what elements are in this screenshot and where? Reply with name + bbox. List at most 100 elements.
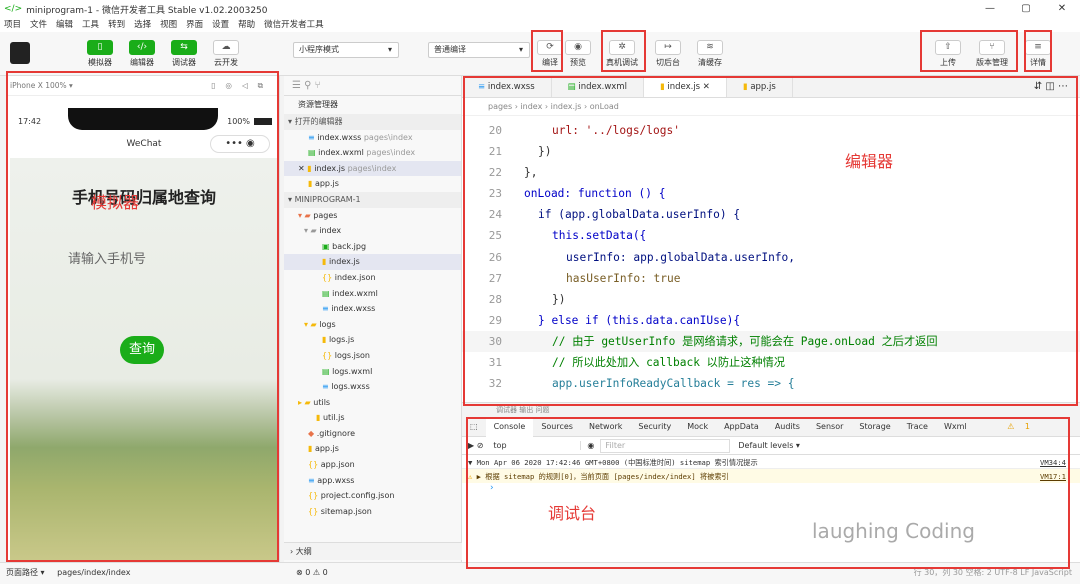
- json-icon: {}: [308, 506, 321, 516]
- open-file[interactable]: ▤ index.wxml pages\index: [284, 145, 461, 161]
- css-icon: ≡: [308, 475, 318, 485]
- outline-section[interactable]: › 大纲: [284, 542, 462, 560]
- explorer-header: 资源管理器: [298, 100, 338, 109]
- menu-view[interactable]: 视图: [160, 18, 177, 32]
- open-file[interactable]: ≡ index.wxss pages\index: [284, 130, 461, 146]
- file-item[interactable]: ▤ logs.wxml: [284, 364, 461, 380]
- wxml-icon: ▤: [322, 288, 333, 298]
- page-path-label[interactable]: 页面路径 ▾: [6, 568, 45, 577]
- avatar[interactable]: [10, 42, 30, 64]
- menu-edit[interactable]: 编辑: [56, 18, 73, 32]
- simulator-label: 模拟器: [91, 193, 140, 212]
- css-icon: ≡: [322, 382, 332, 392]
- upload-highlight: [920, 30, 1018, 72]
- file-item[interactable]: {} app.json: [284, 457, 461, 473]
- menu-settings[interactable]: 设置: [212, 18, 229, 32]
- menu-select[interactable]: 选择: [134, 18, 151, 32]
- title-bar: </> miniprogram-1 - 微信开发者工具 Stable v1.02…: [0, 0, 1080, 18]
- menu-goto[interactable]: 转到: [108, 18, 125, 32]
- git-icon: ◆: [308, 428, 317, 438]
- problems-count[interactable]: ⊗ 0 ⚠ 0: [296, 563, 328, 583]
- file-tree: ▾ 打开的编辑器 ≡ index.wxss pages\index ▤ inde…: [284, 114, 461, 519]
- file-explorer: ☰ ⚲ ⑂ 资源管理器 ▾ 打开的编辑器 ≡ index.wxss pages\…: [284, 76, 462, 562]
- menu-interface[interactable]: 界面: [186, 18, 203, 32]
- cloud-icon: ☁: [213, 40, 239, 55]
- js-icon: ▮: [308, 444, 315, 454]
- folder-utils[interactable]: ▸ ▰ utils: [284, 395, 461, 411]
- css-icon: ≡: [308, 132, 318, 142]
- file-item[interactable]: ▮ logs.js: [284, 332, 461, 348]
- editor-highlight: [463, 76, 1078, 406]
- window-title: miniprogram-1 - 微信开发者工具 Stable v1.02.200…: [26, 5, 268, 16]
- js-icon: ▮: [308, 179, 315, 189]
- background-button[interactable]: ↦ 切后台: [648, 40, 688, 68]
- details-highlight: [1024, 30, 1052, 72]
- file-item[interactable]: ◆ .gitignore: [284, 426, 461, 442]
- cloud-dev-button[interactable]: ☁ 云开发: [206, 40, 246, 68]
- open-editors-section[interactable]: ▾ 打开的编辑器: [284, 114, 461, 130]
- json-icon: {}: [322, 272, 335, 282]
- simulator-highlight: [6, 71, 279, 562]
- open-file-active[interactable]: ✕ ▮ index.js pages\index: [284, 160, 461, 177]
- js-icon: ▮: [322, 335, 329, 345]
- minimize-button[interactable]: —: [972, 0, 1008, 18]
- sliders-icon: ⇆: [171, 40, 197, 55]
- image-icon: ▣: [322, 241, 333, 251]
- folder-icon: ▾ ▰: [304, 319, 320, 329]
- phone-icon: ▯: [87, 40, 113, 55]
- file-item[interactable]: ≡ logs.wxss: [284, 379, 461, 395]
- js-icon: ▮: [316, 413, 323, 423]
- menu-file[interactable]: 文件: [30, 18, 47, 32]
- debugger-toggle-button[interactable]: ⇆ 调试器: [164, 40, 204, 68]
- file-item[interactable]: {} project.config.json: [284, 488, 461, 504]
- file-item[interactable]: ▤ index.wxml: [284, 286, 461, 302]
- debugger-highlight: [466, 417, 1070, 569]
- close-window-button[interactable]: ✕: [1044, 0, 1080, 18]
- window-controls: — ▢ ✕: [972, 0, 1080, 18]
- menu-project[interactable]: 项目: [4, 18, 21, 32]
- layers-icon: ≋: [697, 40, 723, 55]
- file-item-active[interactable]: ▮ index.js: [284, 254, 461, 270]
- menu-tools[interactable]: 工具: [82, 18, 99, 32]
- open-file[interactable]: ▮ app.js: [284, 176, 461, 192]
- clear-cache-button[interactable]: ≋ 清缓存: [690, 40, 730, 68]
- file-item[interactable]: ▮ util.js: [284, 410, 461, 426]
- file-item[interactable]: ▮ app.js: [284, 441, 461, 457]
- compile-mode-select[interactable]: 普通编译: [428, 42, 530, 58]
- editor-toggle-button[interactable]: ‹/› 编辑器: [122, 40, 162, 68]
- compile-highlight: [531, 30, 563, 72]
- css-icon: ≡: [322, 304, 332, 314]
- code-icon: ‹/›: [129, 40, 155, 55]
- json-icon: {}: [308, 460, 321, 470]
- wxml-icon: ▤: [322, 366, 333, 376]
- explorer-toolbar-icons: ☰ ⚲ ⑂: [284, 76, 461, 96]
- mode-select[interactable]: 小程序模式: [293, 42, 399, 58]
- json-icon: {}: [322, 350, 335, 360]
- folder-logs[interactable]: ▾ ▰ logs: [284, 317, 461, 333]
- folder-icon: ▾ ▰: [304, 226, 320, 236]
- switch-icon: ↦: [655, 40, 681, 55]
- json-icon: {}: [308, 491, 321, 501]
- file-item[interactable]: {} index.json: [284, 270, 461, 286]
- file-item[interactable]: ≡ index.wxss: [284, 301, 461, 317]
- menu-wechat-devtools[interactable]: 微信开发者工具: [264, 18, 324, 32]
- real-debug-highlight: [601, 30, 646, 72]
- folder-icon: ▸ ▰: [298, 397, 314, 407]
- close-icon[interactable]: ✕: [298, 164, 307, 173]
- folder-pages[interactable]: ▾ ▰ pages: [284, 208, 461, 224]
- folder-index[interactable]: ▾ ▰ index: [284, 223, 461, 239]
- editor-label: 编辑器: [845, 152, 894, 171]
- folder-icon: ▾ ▰: [298, 210, 314, 220]
- project-section[interactable]: ▾ MINIPROGRAM-1: [284, 191, 461, 208]
- js-icon: ▮: [322, 257, 329, 267]
- maximize-button[interactable]: ▢: [1008, 0, 1044, 18]
- file-item[interactable]: {} sitemap.json: [284, 504, 461, 520]
- simulator-toggle-button[interactable]: ▯ 模拟器: [80, 40, 120, 68]
- debugger-label: 调试台: [548, 504, 597, 523]
- file-item[interactable]: {} logs.json: [284, 348, 461, 364]
- menu-help[interactable]: 帮助: [238, 18, 255, 32]
- file-item[interactable]: ≡ app.wxss: [284, 473, 461, 489]
- eye-icon: ◉: [565, 40, 591, 55]
- preview-button[interactable]: ◉ 预览: [558, 40, 598, 68]
- file-item[interactable]: ▣ back.jpg: [284, 239, 461, 255]
